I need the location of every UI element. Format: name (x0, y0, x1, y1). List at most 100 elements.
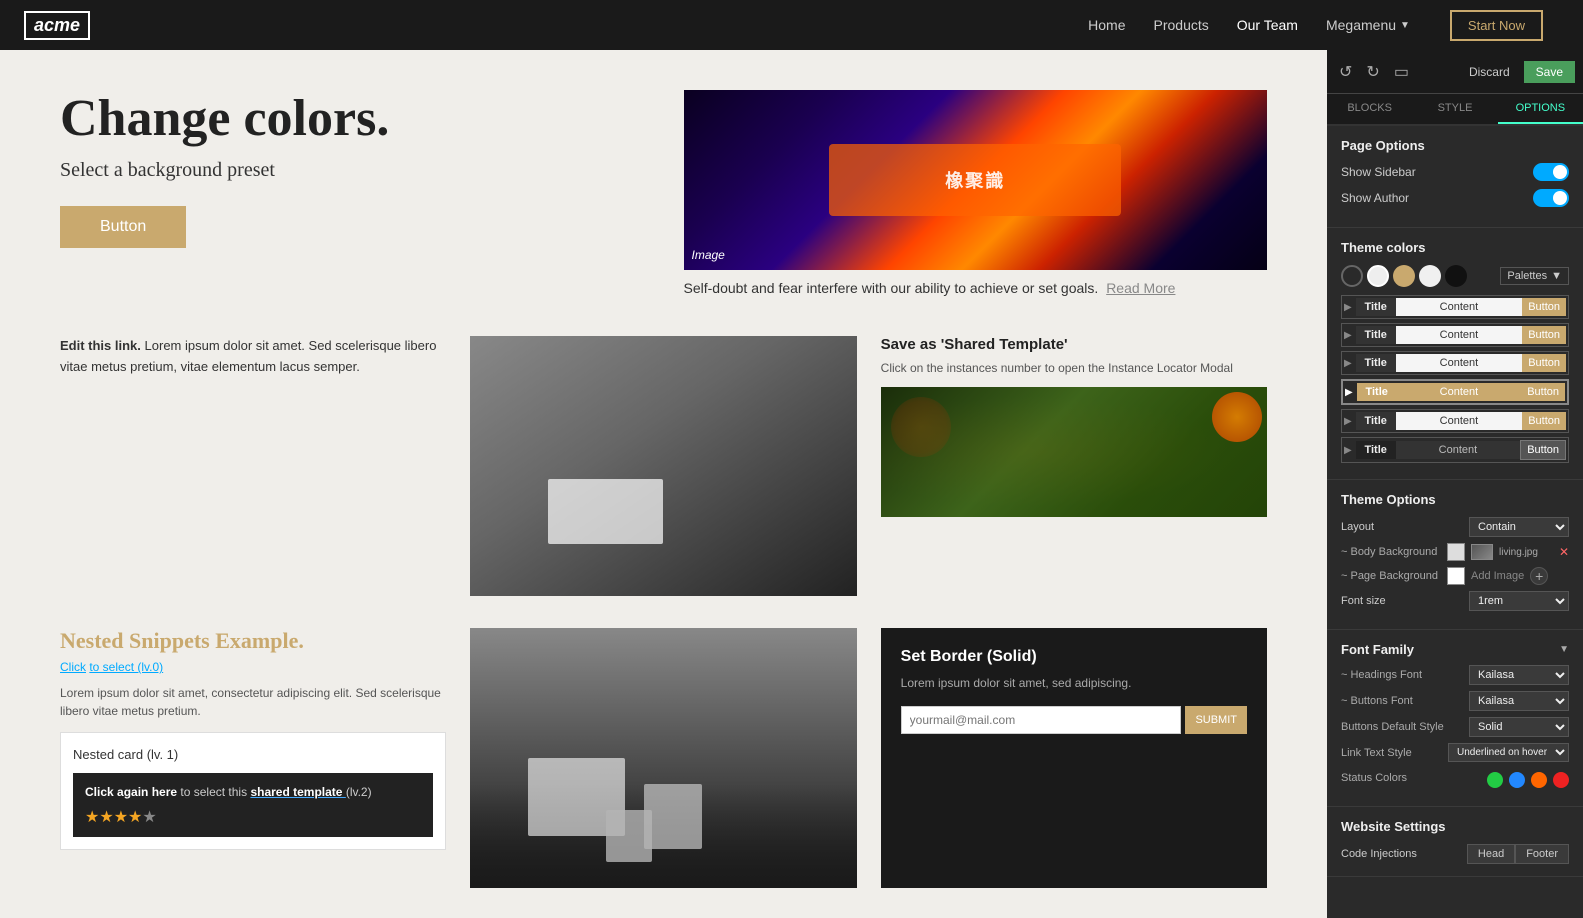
code-inject-footer-button[interactable]: Footer (1515, 844, 1569, 864)
palette-content: Content (1396, 354, 1522, 372)
click-hint-link[interactable]: Click (60, 660, 86, 674)
status-orange[interactable] (1531, 772, 1547, 788)
headings-font-label: ~ Headings Font (1341, 669, 1422, 681)
theme-colors-section: Theme colors Palettes ▼ ▶ Title Content … (1327, 228, 1583, 480)
layout-select[interactable]: Contain (1469, 517, 1569, 537)
tab-options[interactable]: OPTIONS (1498, 94, 1583, 124)
palettes-button[interactable]: Palettes ▼ (1500, 267, 1569, 285)
palette-title: Title (1357, 383, 1397, 401)
image-label: Image (692, 248, 725, 262)
palette-row-6[interactable]: ▶ Title Content Button (1341, 437, 1569, 463)
swatch-gold[interactable] (1393, 265, 1415, 287)
palette-row-5[interactable]: ▶ Title Content Button (1341, 409, 1569, 433)
font-family-section: Font Family ▼ ~ Headings Font Kailasa ~ … (1327, 630, 1583, 807)
save-template-title: Save as 'Shared Template' (881, 336, 1267, 353)
hero-button[interactable]: Button (60, 206, 186, 248)
border-body: Lorem ipsum dolor sit amet, sed adipisci… (901, 676, 1247, 690)
palette-row-1[interactable]: ▶ Title Content Button (1341, 295, 1569, 319)
code-injection-buttons: Head Footer (1467, 844, 1569, 864)
palette-arrow-icon[interactable]: ▶ (1344, 330, 1352, 341)
middle-section: Edit this link. Lorem ipsum dolor sit am… (60, 336, 1267, 596)
monster-photo (881, 387, 1267, 517)
page-options-section: Page Options Show Sidebar Show Author (1327, 126, 1583, 228)
nav-megamenu[interactable]: Megamenu▼ (1326, 17, 1410, 33)
palette-arrow-icon[interactable]: ▶ (1344, 358, 1352, 369)
palette-title: Title (1356, 326, 1396, 344)
save-template-body: Click on the instances number to open th… (881, 361, 1267, 375)
font-size-row: Font size 1rem (1341, 591, 1569, 611)
palette-row-3[interactable]: ▶ Title Content Button (1341, 351, 1569, 375)
page-bg-color-swatch[interactable] (1447, 567, 1465, 585)
palette-button[interactable]: Button (1520, 440, 1566, 460)
status-blue[interactable] (1509, 772, 1525, 788)
palette-arrow-icon[interactable]: ▶ (1344, 445, 1352, 456)
tab-style[interactable]: STYLE (1412, 94, 1497, 124)
edit-link-text[interactable]: Edit this link. (60, 338, 141, 353)
nav-home[interactable]: Home (1088, 17, 1125, 33)
save-button[interactable]: Save (1524, 61, 1575, 83)
palette-content: Content (1396, 298, 1522, 316)
save-template-block: Save as 'Shared Template' Click on the i… (881, 336, 1267, 596)
headings-font-select[interactable]: Kailasa (1469, 665, 1569, 685)
hero-caption: Self-doubt and fear interfere with our a… (684, 280, 1268, 296)
hero-section: Change colors. Select a background prese… (60, 90, 1267, 296)
theme-options-section: Theme Options Layout Contain ~ Body Back… (1327, 480, 1583, 630)
shared-template-link[interactable]: shared template (250, 785, 345, 799)
code-inject-head-button[interactable]: Head (1467, 844, 1515, 864)
undo-button[interactable]: ↺ (1335, 60, 1356, 84)
palette-row-4[interactable]: ▶ Title Content Button (1341, 379, 1569, 405)
status-colors-label: Status Colors (1341, 772, 1407, 784)
palette-button[interactable]: Button (1522, 326, 1566, 344)
palette-button[interactable]: Button (1521, 383, 1565, 401)
redo-button[interactable]: ↻ (1362, 60, 1383, 84)
status-color-swatches (1487, 772, 1569, 788)
palette-button[interactable]: Button (1522, 412, 1566, 430)
submit-button[interactable]: SUBMIT (1185, 706, 1247, 734)
tab-blocks[interactable]: BLOCKS (1327, 94, 1412, 124)
buttons-default-style-select[interactable]: Solid (1469, 717, 1569, 737)
swatch-dark[interactable] (1341, 265, 1363, 287)
link-text-select[interactable]: Underlined on hover (1448, 743, 1569, 762)
show-author-toggle[interactable] (1533, 189, 1569, 207)
nav-products[interactable]: Products (1154, 17, 1209, 33)
body-bg-remove-icon[interactable]: ✕ (1559, 545, 1569, 559)
living-room-photo (470, 336, 856, 596)
palette-button[interactable]: Button (1522, 298, 1566, 316)
status-red[interactable] (1553, 772, 1569, 788)
palette-arrow-icon[interactable]: ▶ (1344, 302, 1352, 313)
font-size-select[interactable]: 1rem (1469, 591, 1569, 611)
border-title: Set Border (Solid) (901, 648, 1247, 666)
email-input[interactable] (901, 706, 1182, 734)
swatch-white[interactable] (1419, 265, 1441, 287)
palette-arrow-icon[interactable]: ▶ (1344, 416, 1352, 427)
nested-card-1[interactable]: Nested card (lv. 1) Click again here to … (60, 732, 446, 850)
show-sidebar-toggle[interactable] (1533, 163, 1569, 181)
swatch-light[interactable] (1367, 265, 1389, 287)
star-rating: ★★★★★ (85, 807, 421, 827)
palette-arrow-icon[interactable]: ▶ (1345, 387, 1353, 398)
hero-right: 橡聚識 Image Self-doubt and fear interfere … (684, 90, 1268, 296)
palette-title: Title (1356, 354, 1396, 372)
palette-row-2[interactable]: ▶ Title Content Button (1341, 323, 1569, 347)
swatch-black[interactable] (1445, 265, 1467, 287)
palette-title: Title (1356, 441, 1396, 459)
nested-snippets-title: Nested Snippets Example. (60, 628, 446, 654)
page-bg-add-button[interactable]: + (1530, 567, 1548, 585)
device-toggle-button[interactable]: ▭ (1390, 60, 1413, 84)
body-bg-color-swatch[interactable] (1447, 543, 1465, 561)
code-injections-label: Code Injections (1341, 848, 1417, 860)
discard-button[interactable]: Discard (1461, 61, 1518, 83)
read-more-link[interactable]: Read More (1106, 280, 1175, 296)
status-green[interactable] (1487, 772, 1503, 788)
palette-button[interactable]: Button (1522, 354, 1566, 372)
start-now-button[interactable]: Start Now (1450, 10, 1543, 41)
logo[interactable]: acme (24, 11, 90, 40)
page-options-title: Page Options (1341, 138, 1569, 153)
font-family-header[interactable]: Font Family ▼ (1341, 642, 1569, 657)
nav-our-team[interactable]: Our Team (1237, 17, 1298, 33)
page-bg-label: ~ Page Background (1341, 570, 1441, 582)
buttons-font-select[interactable]: Kailasa (1469, 691, 1569, 711)
hero-heading: Change colors. (60, 90, 644, 147)
nested-card-2[interactable]: Click again here to select this shared t… (73, 773, 433, 837)
nested-card1-title: Nested card (lv. 1) (73, 745, 433, 765)
